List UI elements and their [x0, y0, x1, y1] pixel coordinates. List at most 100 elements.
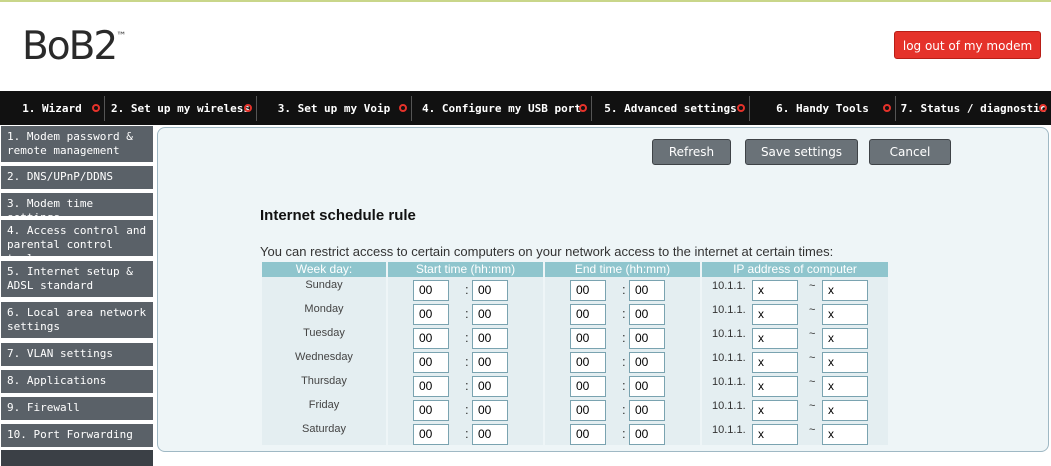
sidebar-item-vlan[interactable]: 7. VLAN settings — [1, 343, 153, 368]
ip-from-input[interactable]: x — [752, 352, 798, 373]
range-tilde: ~ — [809, 400, 816, 412]
sidebar-item-time[interactable]: 3. Modem time settings — [1, 193, 153, 224]
ip-from-input[interactable]: x — [752, 304, 798, 325]
logout-button[interactable]: log out of my modem — [894, 31, 1041, 59]
ip-from-input[interactable]: x — [752, 424, 798, 445]
range-tilde: ~ — [809, 328, 816, 340]
sidebar-item-modem-password[interactable]: 1. Modem password & remote management — [1, 126, 153, 164]
end-hour-input[interactable]: 00 — [570, 352, 606, 373]
weekday-label: Monday — [304, 303, 344, 315]
ip-from-input[interactable]: x — [752, 328, 798, 349]
ip-from-input[interactable]: x — [752, 400, 798, 421]
end-minute-input[interactable]: 00 — [629, 328, 665, 349]
end-hour-input[interactable]: 00 — [570, 304, 606, 325]
top-accent-line — [0, 0, 1051, 2]
start-minute-input[interactable]: 00 — [472, 400, 508, 421]
table-row: Wednesday 00:00 00:00 10.1.1. x ~ x — [262, 349, 888, 373]
weekday-label: Sunday — [305, 279, 343, 291]
start-minute-input[interactable]: 00 — [472, 376, 508, 397]
ip-to-input[interactable]: x — [822, 376, 868, 397]
weekday-label: Wednesday — [295, 351, 353, 363]
table-row: Thursday 00:00 00:00 10.1.1. x ~ x — [262, 373, 888, 397]
logo-trademark: ™ — [116, 31, 127, 42]
col-header-start: Start time (hh:mm) — [388, 262, 543, 277]
end-minute-input[interactable]: 00 — [629, 424, 665, 445]
ip-to-input[interactable]: x — [822, 352, 868, 373]
circle-icon — [737, 104, 745, 112]
tab-handy-tools[interactable]: 6. Handy Tools — [749, 96, 895, 121]
col-header-weekday: Week day: — [262, 262, 386, 277]
ip-to-input[interactable]: x — [822, 304, 868, 325]
sidebar-item-internet-setup[interactable]: 5. Internet setup & ADSL standard — [1, 261, 153, 299]
tab-usb[interactable]: 4. Configure my USB port — [411, 96, 591, 121]
end-minute-input[interactable]: 00 — [629, 400, 665, 421]
cancel-button[interactable]: Cancel — [869, 139, 951, 165]
sidebar-item-access-control[interactable]: 4. Access control and parental control t… — [1, 220, 153, 265]
sidebar-item-dns[interactable]: 2. DNS/UPnP/DDNS — [1, 166, 153, 191]
end-minute-input[interactable]: 00 — [629, 280, 665, 301]
tab-status[interactable]: 7. Status / diagnostic — [895, 96, 1051, 121]
sidebar-item-port-forwarding[interactable]: 10. Port Forwarding — [1, 424, 153, 449]
refresh-button[interactable]: Refresh — [652, 139, 731, 165]
end-minute-input[interactable]: 00 — [629, 376, 665, 397]
tab-wireless[interactable]: 2. Set up my wireless — [104, 96, 256, 121]
sidebar-item-more[interactable] — [1, 450, 153, 466]
end-minute-input[interactable]: 00 — [629, 304, 665, 325]
time-colon: : — [465, 378, 469, 393]
start-hour-input[interactable]: 00 — [413, 400, 449, 421]
end-hour-input[interactable]: 00 — [570, 424, 606, 445]
tab-label: 2. Set up my wireless — [110, 102, 251, 115]
start-minute-input[interactable]: 00 — [472, 352, 508, 373]
time-colon: : — [465, 402, 469, 417]
time-colon: : — [622, 354, 626, 369]
end-hour-input[interactable]: 00 — [570, 328, 606, 349]
ip-prefix: 10.1.1. — [712, 328, 746, 340]
time-colon: : — [622, 378, 626, 393]
start-hour-input[interactable]: 00 — [413, 280, 449, 301]
start-hour-input[interactable]: 00 — [413, 376, 449, 397]
end-hour-input[interactable]: 00 — [570, 400, 606, 421]
weekday-label: Thursday — [301, 375, 347, 387]
ip-to-input[interactable]: x — [822, 280, 868, 301]
start-hour-input[interactable]: 00 — [413, 352, 449, 373]
range-tilde: ~ — [809, 424, 816, 436]
start-hour-input[interactable]: 00 — [413, 328, 449, 349]
start-minute-input[interactable]: 00 — [472, 328, 508, 349]
ip-prefix: 10.1.1. — [712, 280, 746, 292]
start-hour-input[interactable]: 00 — [413, 424, 449, 445]
start-minute-input[interactable]: 00 — [472, 304, 508, 325]
end-hour-input[interactable]: 00 — [570, 376, 606, 397]
tab-wizard[interactable]: 1. Wizard — [0, 96, 104, 121]
end-hour-input[interactable]: 00 — [570, 280, 606, 301]
start-minute-input[interactable]: 00 — [472, 424, 508, 445]
circle-icon — [92, 104, 100, 112]
time-colon: : — [622, 330, 626, 345]
tab-advanced[interactable]: 5. Advanced settings — [591, 96, 749, 121]
tab-voip[interactable]: 3. Set up my Voip — [256, 96, 411, 121]
ip-to-input[interactable]: x — [822, 400, 868, 421]
table-row: Monday 00:00 00:00 10.1.1. x ~ x — [262, 301, 888, 325]
range-tilde: ~ — [809, 376, 816, 388]
ip-to-input[interactable]: x — [822, 424, 868, 445]
range-tilde: ~ — [809, 304, 816, 316]
tab-label: 3. Set up my Voip — [277, 102, 391, 115]
save-button[interactable]: Save settings — [745, 139, 858, 165]
sidebar-item-applications[interactable]: 8. Applications — [1, 370, 153, 395]
ip-from-input[interactable]: x — [752, 376, 798, 397]
ip-from-input[interactable]: x — [752, 280, 798, 301]
sidebar-item-lan[interactable]: 6. Local area network settings — [1, 302, 153, 340]
page-title: Internet schedule rule — [260, 207, 416, 224]
ip-prefix: 10.1.1. — [712, 352, 746, 364]
tab-label: 6. Handy Tools — [776, 102, 869, 115]
end-minute-input[interactable]: 00 — [629, 352, 665, 373]
time-colon: : — [622, 426, 626, 441]
time-colon: : — [622, 402, 626, 417]
start-minute-input[interactable]: 00 — [472, 280, 508, 301]
start-hour-input[interactable]: 00 — [413, 304, 449, 325]
tab-label: 4. Configure my USB port — [422, 102, 581, 115]
sidebar-item-firewall[interactable]: 9. Firewall — [1, 397, 153, 422]
time-colon: : — [465, 426, 469, 441]
table-row: Saturday 00:00 00:00 10.1.1. x ~ x — [262, 421, 888, 445]
ip-prefix: 10.1.1. — [712, 400, 746, 412]
ip-to-input[interactable]: x — [822, 328, 868, 349]
